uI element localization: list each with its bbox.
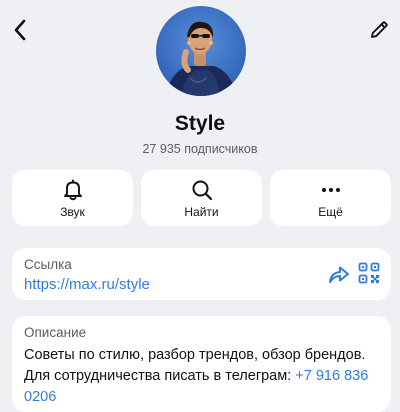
back-button[interactable] [8, 16, 32, 44]
more-icon [321, 188, 340, 192]
share-icon[interactable] [327, 262, 351, 286]
link-card: Ссылка https://max.ru/style [12, 248, 391, 300]
description-card: Описание Советы по стилю, разбор трендов… [12, 316, 391, 412]
subscriber-count: 27 935 подписчиков [142, 142, 258, 156]
search-icon [192, 180, 212, 201]
pencil-icon [371, 21, 388, 38]
search-label: Найти [184, 205, 219, 219]
description-card-title: Описание [24, 325, 87, 340]
description-text: Советы по стилю, разбор трендов, обзор б… [24, 345, 384, 408]
sound-button[interactable]: Звук [12, 170, 133, 226]
more-button[interactable]: Ещё [270, 170, 391, 226]
edit-button[interactable] [366, 16, 392, 44]
channel-link[interactable]: https://max.ru/style [24, 276, 150, 293]
channel-avatar[interactable] [156, 6, 246, 96]
qr-code-icon[interactable] [358, 262, 380, 284]
link-card-title: Ссылка [24, 257, 72, 272]
sound-label: Звук [60, 205, 85, 219]
channel-name: Style [174, 112, 226, 135]
channel-profile-page: Style 27 935 подписчиков Звук Найти Ещё … [0, 0, 400, 412]
chevron-left-icon [14, 19, 26, 41]
more-label: Ещё [318, 205, 343, 219]
avatar-photo [166, 21, 236, 96]
search-button[interactable]: Найти [141, 170, 262, 226]
bell-icon [63, 179, 82, 201]
